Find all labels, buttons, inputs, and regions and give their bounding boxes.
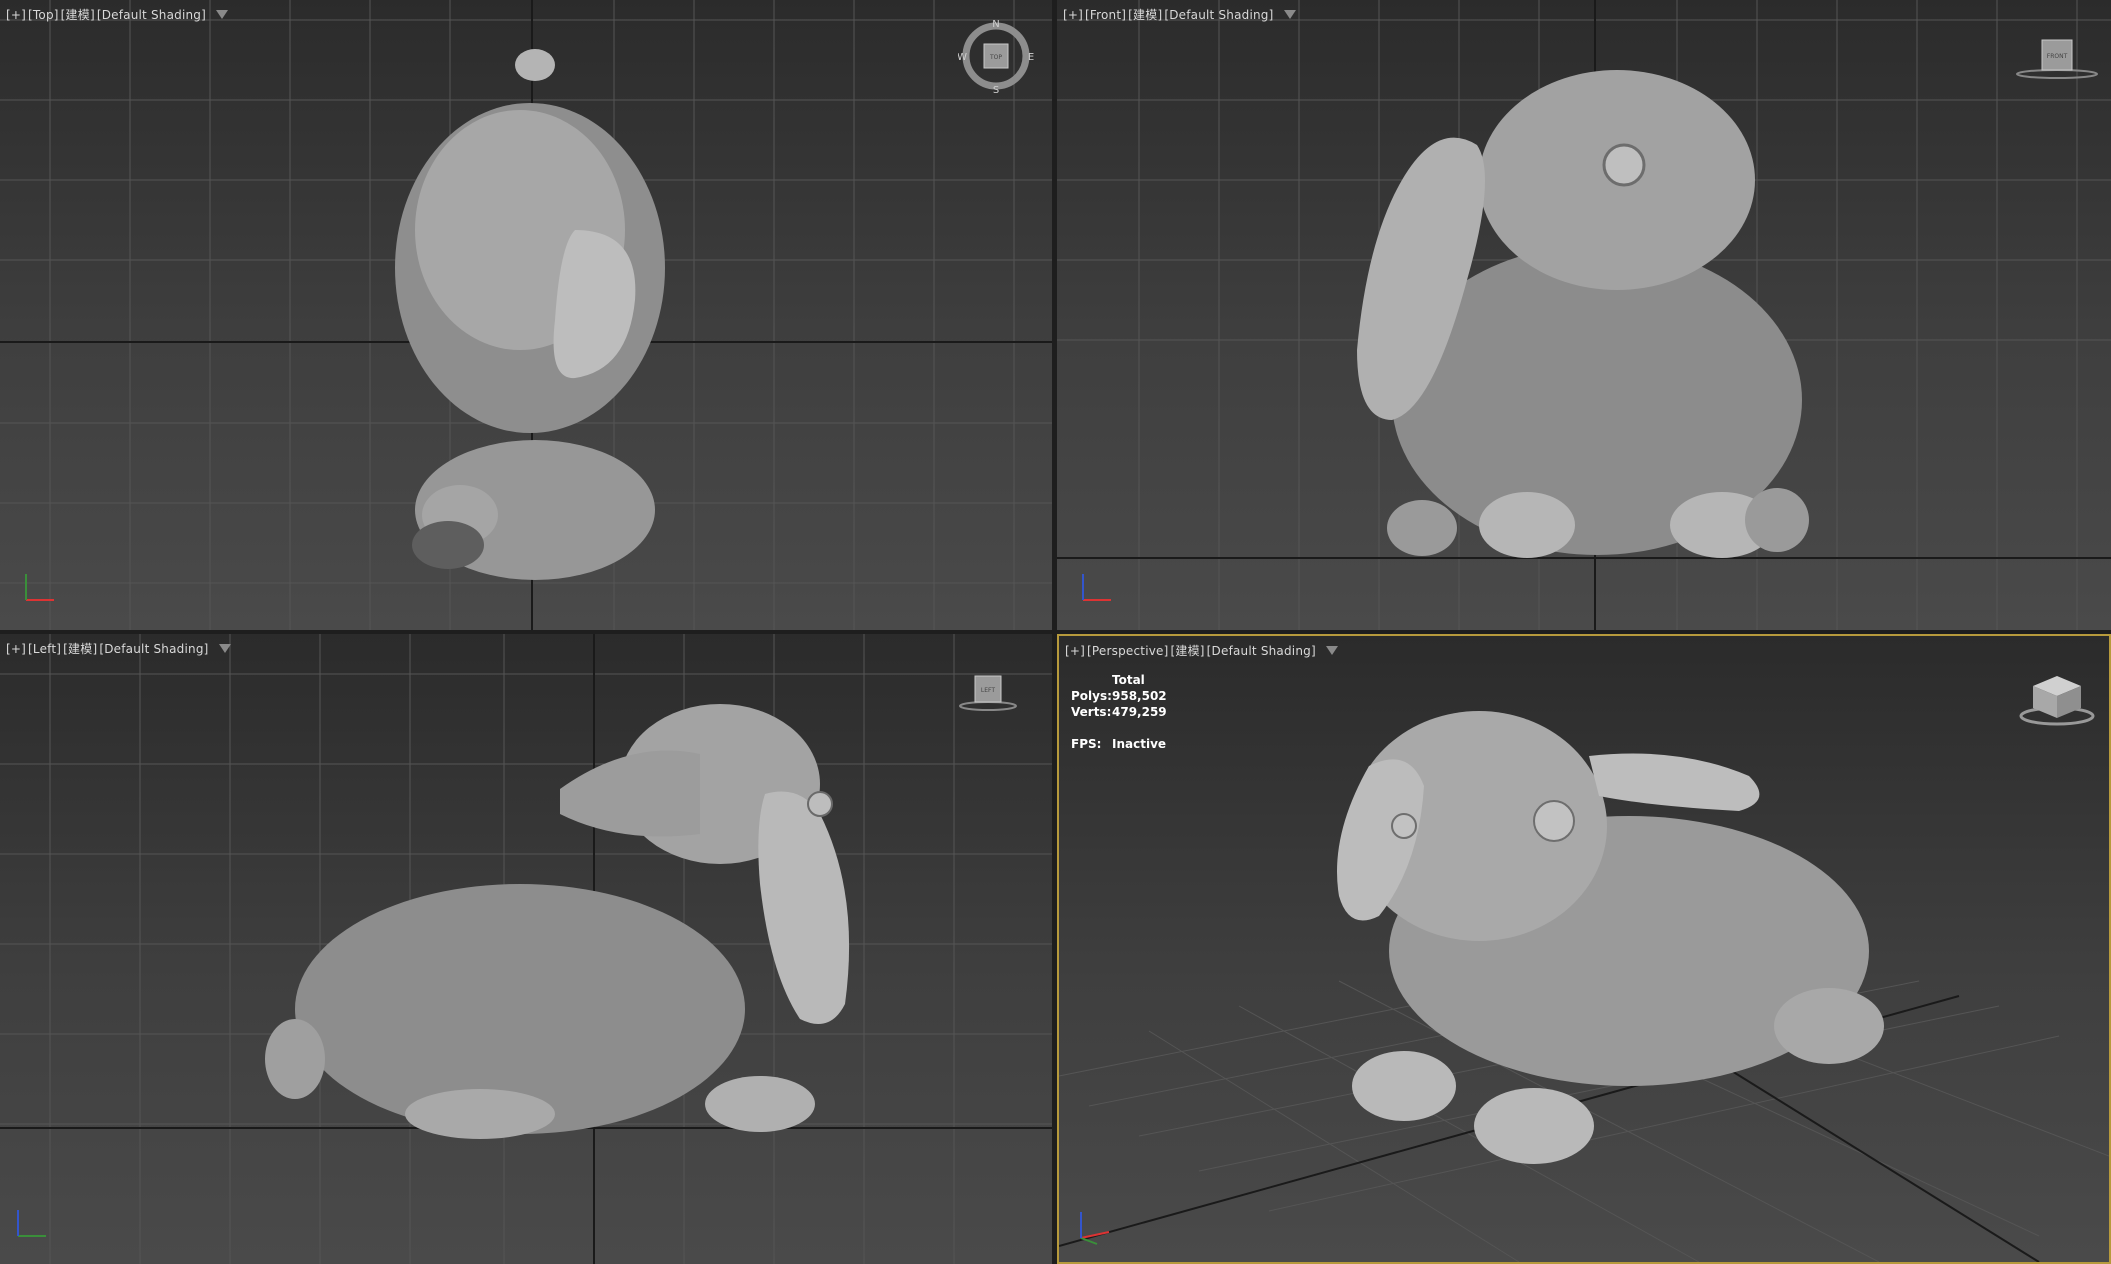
grid-left [0,634,1052,1264]
grid-perspective [1059,711,2109,1262]
viewcube-icon[interactable] [2017,670,2097,726]
viewport-front[interactable]: [+] [Front] [建模] [Default Shading] FRONT [1057,0,2111,630]
viewport-shading-menu[interactable]: [Default Shading] [1164,8,1273,22]
viewport-mode-menu[interactable]: [建模] [63,640,97,657]
compass-north: N [992,19,999,30]
viewcube-face-label: FRONT [2047,53,2068,60]
viewcube-icon[interactable]: LEFT [958,672,1018,712]
compass-west: W [958,52,967,63]
viewport-top[interactable]: [+] [Top] [建模] [Default Shading] TOP N S… [0,0,1052,630]
viewport-shading-menu[interactable]: [Default Shading] [99,642,208,656]
viewport-plus-menu[interactable]: [+] [6,642,26,656]
stats-polys-value: 958,502 [1112,689,1167,703]
grid-top [0,0,1052,630]
viewport-plus-menu[interactable]: [+] [1065,644,1085,658]
viewport-label-top: [+] [Top] [建模] [Default Shading] [6,6,229,23]
viewport-shading-menu[interactable]: [Default Shading] [1207,644,1316,658]
viewport-view-menu[interactable]: [Top] [28,8,59,22]
bunny-model-left [265,704,850,1139]
viewport-shading-menu[interactable]: [Default Shading] [97,8,206,22]
viewport-label-front: [+] [Front] [建模] [Default Shading] [1063,6,1296,23]
bunny-model-perspective [1337,711,1884,1164]
compass-south: S [993,85,999,96]
filter-icon[interactable] [1325,646,1338,655]
viewcube-icon[interactable]: FRONT [2015,36,2099,80]
stats-total-label: Total [1112,673,1145,687]
stats-verts-label: Verts: [1071,705,1112,719]
bunny-model-top [395,49,665,580]
stats-fps-label: FPS: [1071,737,1102,751]
viewport-left[interactable]: [+] [Left] [建模] [Default Shading] LEFT [0,634,1052,1264]
viewport-label-left: [+] [Left] [建模] [Default Shading] [6,640,231,657]
filter-icon[interactable] [216,10,229,19]
axis-triad-icon [1080,1212,1110,1245]
viewcube-icon[interactable]: TOP N S E W [958,18,1038,98]
stats-fps-value: Inactive [1112,737,1167,751]
axis-triad-icon [25,574,54,601]
viewcube-face-label: TOP [989,54,1002,61]
filter-icon[interactable] [218,644,231,653]
viewport-label-perspective: [+] [Perspective] [建模] [Default Shading] [1065,642,1338,659]
compass-east: E [1028,52,1034,63]
scene-statistics: Total Polys: 958,502 Verts: 479,259 FPS: In… [1071,672,1167,752]
viewport-perspective[interactable]: [+] [Perspective] [建模] [Default Shading]… [1057,634,2111,1264]
viewport-mode-menu[interactable]: [建模] [1128,6,1162,23]
viewport-plus-menu[interactable]: [+] [6,8,26,22]
bunny-model-front [1357,70,1809,558]
axis-triad-icon [1082,574,1111,601]
grid-front [1057,0,2111,630]
viewport-mode-menu[interactable]: [建模] [1171,642,1205,659]
viewport-plus-menu[interactable]: [+] [1063,8,1083,22]
stats-verts-value: 479,259 [1112,705,1167,719]
viewport-view-menu[interactable]: [Front] [1085,8,1126,22]
filter-icon[interactable] [1283,10,1296,19]
viewport-mode-menu[interactable]: [建模] [61,6,95,23]
viewcube-face-label: LEFT [981,687,995,694]
viewport-view-menu[interactable]: [Left] [28,642,61,656]
axis-triad-icon [17,1210,46,1237]
stats-polys-label: Polys: [1071,689,1112,703]
viewport-view-menu[interactable]: [Perspective] [1087,644,1168,658]
